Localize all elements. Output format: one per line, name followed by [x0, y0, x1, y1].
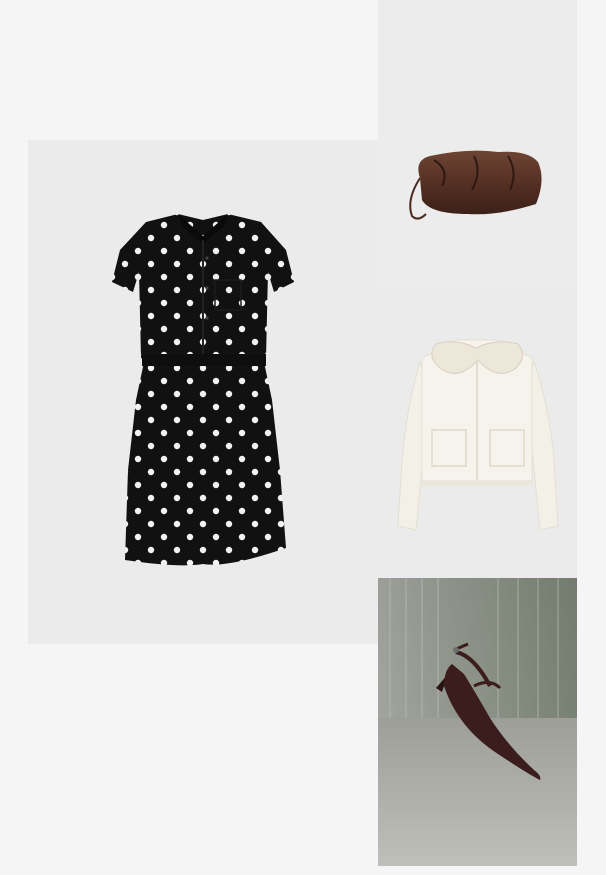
dress-product-tile[interactable] — [28, 140, 378, 644]
jacket-product-tile[interactable] — [378, 290, 577, 578]
dress-image — [112, 214, 294, 566]
jacket-image — [397, 339, 559, 531]
bag-product-tile[interactable] — [378, 0, 577, 290]
shoe-product-tile[interactable] — [378, 578, 577, 866]
outfit-collage — [0, 0, 606, 875]
shoe-image — [378, 578, 577, 866]
bag-image — [409, 150, 542, 220]
